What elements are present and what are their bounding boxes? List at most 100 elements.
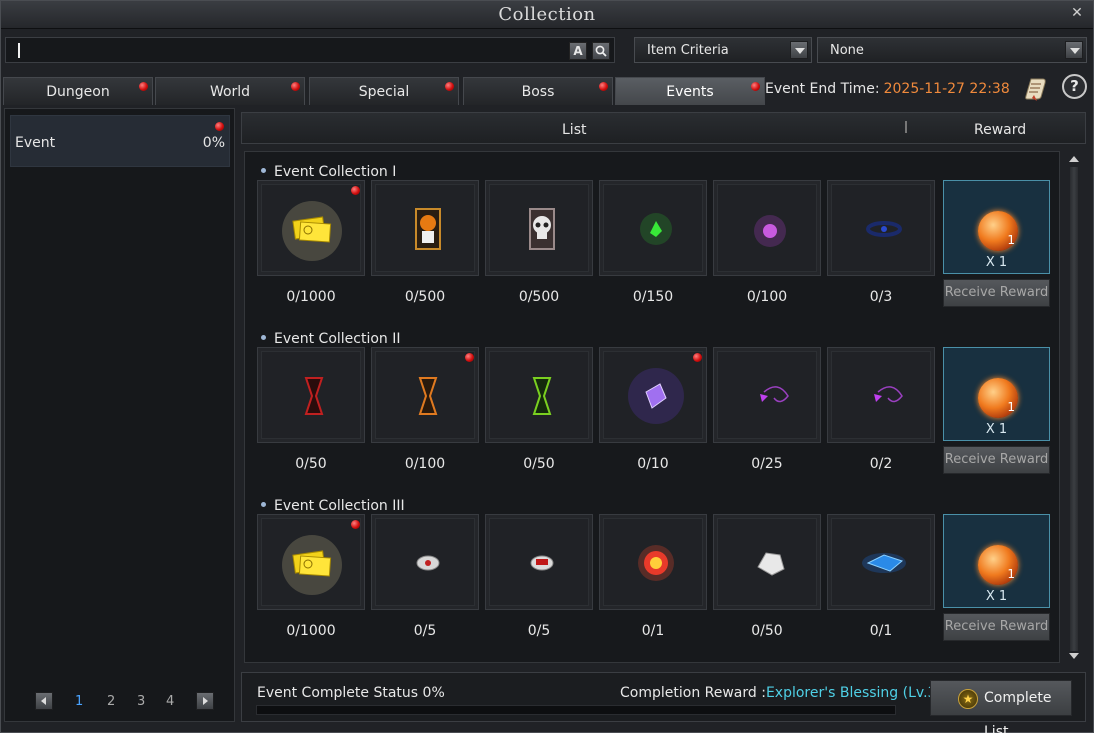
event-end-label: Event End Time:: [765, 81, 880, 97]
item-count: 0/10: [637, 456, 669, 472]
star-icon: ★: [958, 689, 978, 709]
gold-ticket-icon: [261, 184, 361, 272]
green-gem-icon: [603, 184, 703, 272]
close-icon[interactable]: ✕: [1069, 5, 1085, 21]
reward-qty: 1: [1007, 400, 1015, 414]
group-title: Event Collection I: [261, 164, 396, 180]
item-slot[interactable]: [713, 180, 821, 276]
next-page-icon[interactable]: [196, 692, 214, 710]
filter-dropdown[interactable]: None: [817, 37, 1087, 63]
completion-reward-value[interactable]: Explorer's Blessing (Lv.3): [766, 685, 942, 701]
alert-dot: [445, 82, 454, 91]
item-slot[interactable]: [371, 514, 479, 610]
skull-card-icon: [489, 184, 589, 272]
scroll-icon[interactable]: [1023, 75, 1049, 101]
item-count: 0/3: [869, 289, 893, 305]
item-count: 0/150: [632, 289, 674, 305]
prev-page-icon[interactable]: [35, 692, 53, 710]
tab-label: Boss: [521, 84, 555, 100]
tab-events[interactable]: Events: [615, 77, 765, 105]
collection-group: Event Collection I 0/1000 0/500 0/500 0/150 0…: [257, 164, 1057, 324]
tab-special[interactable]: Special: [309, 77, 459, 105]
alert-dot: [215, 122, 224, 131]
reward-multiplier: X 1: [985, 589, 1008, 604]
group-title-text: Event Collection II: [274, 331, 401, 347]
reward-slot[interactable]: 1 X 1: [943, 180, 1050, 274]
reward-qty: 1: [1007, 233, 1015, 247]
receive-reward-button[interactable]: Receive Reward: [943, 446, 1050, 474]
complete-list-label: Complete List: [984, 690, 1052, 733]
ruby-ring-icon: [489, 518, 589, 606]
item-slot[interactable]: [371, 347, 479, 443]
complete-list-button[interactable]: ★ Complete List: [930, 680, 1072, 733]
page-3[interactable]: 3: [137, 694, 145, 709]
group-title: Event Collection III: [261, 498, 405, 514]
item-slot[interactable]: [827, 347, 935, 443]
dark-ring-icon: [831, 184, 931, 272]
receive-reward-button[interactable]: Receive Reward: [943, 613, 1050, 641]
item-slot[interactable]: [599, 180, 707, 276]
tab-label: World: [209, 84, 251, 100]
help-icon[interactable]: ?: [1062, 74, 1087, 99]
item-slot[interactable]: [713, 347, 821, 443]
item-count: 0/2: [869, 456, 893, 472]
alert-dot: [599, 82, 608, 91]
reward-slot[interactable]: 1 X 1: [943, 514, 1050, 608]
scroll-thumb[interactable]: [1070, 167, 1078, 651]
item-slot[interactable]: [257, 347, 365, 443]
item-slot[interactable]: [371, 180, 479, 276]
header-reward: Reward: [974, 122, 1027, 138]
item-slot[interactable]: [485, 347, 593, 443]
tab-boss[interactable]: Boss: [463, 77, 613, 105]
title-bar[interactable]: Collection ✕: [1, 1, 1093, 29]
blue-crystal-icon: [831, 518, 931, 606]
search-icon[interactable]: [592, 42, 610, 60]
page-4[interactable]: 4: [166, 694, 174, 709]
text-caret: [18, 43, 20, 58]
tab-dungeon[interactable]: Dungeon: [3, 77, 153, 105]
toolbar: A Item Criteria None: [5, 35, 1089, 65]
category-item-event[interactable]: Event 0%: [10, 115, 230, 167]
list-header: List Reward: [241, 112, 1086, 144]
item-slot[interactable]: [599, 347, 707, 443]
alert-dot: [465, 353, 474, 362]
tab-label: Events: [666, 84, 714, 100]
item-slot[interactable]: [257, 514, 365, 610]
scroll-down-icon[interactable]: [1068, 650, 1080, 662]
item-count: 0/50: [523, 456, 555, 472]
reward-slot[interactable]: 1 X 1: [943, 347, 1050, 441]
criteria-dropdown[interactable]: Item Criteria: [634, 37, 812, 63]
header-divider: [905, 121, 907, 133]
tab-world[interactable]: World: [155, 77, 305, 105]
item-slot[interactable]: [485, 514, 593, 610]
page-2[interactable]: 2: [107, 694, 115, 709]
group-title-text: Event Collection III: [274, 498, 405, 514]
orange-scroll-icon: [375, 351, 475, 439]
completion-reward-label: Completion Reward :: [620, 685, 766, 701]
item-slot[interactable]: [713, 514, 821, 610]
item-slot[interactable]: [257, 180, 365, 276]
receive-reward-button[interactable]: Receive Reward: [943, 279, 1050, 307]
red-scroll-icon: [261, 351, 361, 439]
chevron-down-icon[interactable]: [790, 41, 808, 59]
item-count: 0/1: [641, 623, 665, 639]
alert-dot: [693, 353, 702, 362]
filter-dropdown-value: None: [830, 43, 864, 58]
green-scroll-icon: [489, 351, 589, 439]
search-input[interactable]: A: [5, 37, 615, 63]
collection-group: Event Collection II 0/50 0/100 0/50 0/10 0/25…: [257, 331, 1057, 491]
item-slot[interactable]: [827, 514, 935, 610]
item-slot[interactable]: [599, 514, 707, 610]
collection-window: Collection ✕ A Item Criteria None Dungeo…: [0, 0, 1094, 733]
chevron-down-icon[interactable]: [1065, 41, 1083, 59]
item-count: 0/100: [746, 289, 788, 305]
match-case-button[interactable]: A: [569, 42, 587, 60]
page-1[interactable]: 1: [75, 694, 83, 709]
item-count: 0/500: [518, 289, 560, 305]
scroll-up-icon[interactable]: [1068, 153, 1080, 165]
item-count: 0/5: [527, 623, 551, 639]
item-slot[interactable]: [827, 180, 935, 276]
item-count: 0/100: [404, 456, 446, 472]
item-slot[interactable]: [485, 180, 593, 276]
list-scrollbar[interactable]: [1067, 153, 1081, 663]
